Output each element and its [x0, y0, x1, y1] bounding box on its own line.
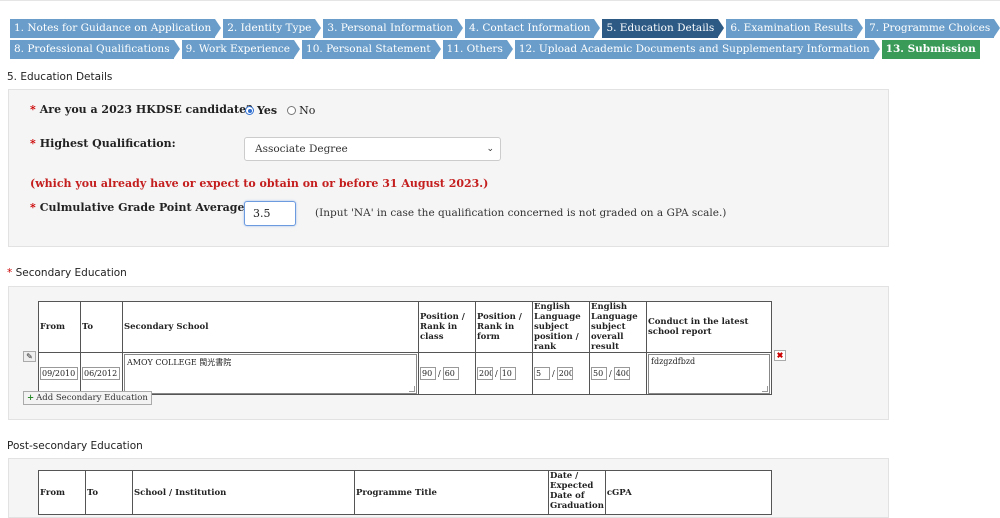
step-2-identity-type[interactable]: 2. Identity Type: [223, 19, 322, 38]
rank-class-cell: 90/60: [418, 352, 476, 395]
step-nav-row-2: 8. Professional Qualifications 9. Work E…: [10, 40, 980, 59]
required-mark: *: [30, 201, 36, 214]
conduct-cell: fdzgzdfbzd: [646, 352, 772, 395]
col-rank-class: Position / Rank in class: [418, 301, 476, 353]
radio-no-label[interactable]: No: [299, 104, 315, 117]
post-secondary-education-table: From To School / Institution Programme T…: [38, 470, 773, 515]
english-result-a-input[interactable]: 50: [591, 367, 607, 380]
col-graduation-date: Date / Expected Date of Graduation: [548, 470, 606, 515]
hkdse-question-label: * Are you a 2023 HKDSE candidate?: [30, 103, 253, 116]
close-icon[interactable]: ✖: [774, 350, 786, 361]
post-secondary-education-title: Post-secondary Education: [7, 440, 143, 452]
col-programme-title: Programme Title: [354, 470, 549, 515]
step-11-others[interactable]: 11. Others: [442, 40, 514, 59]
step-3-personal-information[interactable]: 3. Personal Information: [323, 19, 463, 38]
conduct-textarea[interactable]: fdzgzdfbzd: [648, 353, 770, 394]
english-rank-a-input[interactable]: 5: [534, 367, 550, 380]
to-input[interactable]: 06/2012: [82, 367, 120, 380]
from-input[interactable]: 09/2010: [40, 367, 78, 380]
step-6-examination-results[interactable]: 6. Examination Results: [726, 19, 863, 38]
col-school: Secondary School: [122, 301, 419, 353]
table-header-row: From To Secondary School Position / Rank…: [38, 301, 772, 353]
col-cgpa: cGPA: [604, 470, 773, 515]
qualification-select-value: Associate Degree: [255, 143, 348, 155]
col-english-result: English Language subject overall result: [589, 301, 647, 353]
step-10-personal-statement[interactable]: 10. Personal Statement: [302, 40, 441, 59]
english-result-cell: 50/400: [589, 352, 647, 395]
required-mark: *: [30, 103, 36, 116]
col-conduct: Conduct in the latest school report: [646, 301, 772, 353]
step-13-submission[interactable]: 13. Submission: [881, 40, 980, 59]
col-english-rank: English Language subject position / rank: [532, 301, 590, 353]
english-rank-cell: 5/200: [532, 352, 590, 395]
gpa-note: (Input 'NA' in case the qualification co…: [315, 207, 727, 219]
english-rank-b-input[interactable]: 200: [556, 367, 573, 380]
required-mark: *: [30, 137, 36, 150]
qualification-select[interactable]: Associate Degree ⌄: [244, 137, 501, 161]
col-to: To: [85, 470, 133, 515]
plus-icon: +: [27, 393, 35, 403]
school-cell: AMOY COLLEGE 閩光書院: [122, 352, 419, 395]
table-row: 09/2010 06/2012 AMOY COLLEGE 閩光書院 90/60 …: [38, 352, 772, 395]
hkdse-radio-group: Yes No: [245, 104, 325, 117]
qualification-note: (which you already have or expect to obt…: [30, 177, 489, 190]
rank-class-a-input[interactable]: 90: [420, 367, 436, 380]
school-textarea[interactable]: AMOY COLLEGE 閩光書院: [124, 353, 417, 394]
from-cell: 09/2010: [38, 352, 81, 395]
secondary-education-table: From To Secondary School Position / Rank…: [38, 301, 772, 395]
col-to: To: [80, 301, 123, 353]
step-nav-row-1: 1. Notes for Guidance on Application 2. …: [10, 19, 1000, 38]
page-title: 5. Education Details: [7, 71, 113, 83]
to-cell: 06/2012: [80, 352, 123, 395]
radio-yes-label[interactable]: Yes: [257, 104, 277, 117]
col-from: From: [38, 301, 81, 353]
add-secondary-education-label: Add Secondary Education: [36, 393, 148, 403]
col-rank-form: Position / Rank in form: [475, 301, 533, 353]
pencil-icon[interactable]: ✎: [23, 351, 36, 362]
col-from: From: [38, 470, 86, 515]
chevron-down-icon: ⌄: [486, 144, 494, 154]
step-12-upload-documents[interactable]: 12. Upload Academic Documents and Supple…: [514, 40, 880, 59]
top-divider: [0, 0, 1000, 3]
radio-no[interactable]: [287, 106, 297, 115]
rank-form-cell: 200/10: [475, 352, 533, 395]
radio-yes[interactable]: [245, 106, 254, 115]
add-secondary-education-button[interactable]: + Add Secondary Education: [23, 391, 152, 405]
english-result-b-input[interactable]: 400: [613, 367, 630, 380]
rank-form-a-input[interactable]: 200: [477, 367, 493, 380]
step-9-work-experience[interactable]: 9. Work Experience: [181, 40, 301, 59]
gpa-input[interactable]: 3.5: [244, 201, 296, 226]
qualification-label: * Highest Qualification:: [30, 137, 176, 150]
step-1-notes[interactable]: 1. Notes for Guidance on Application: [10, 19, 222, 38]
secondary-education-title: * Secondary Education: [7, 267, 127, 279]
step-5-education-details[interactable]: 5. Education Details: [602, 19, 725, 38]
step-4-contact-information[interactable]: 4. Contact Information: [465, 19, 601, 38]
rank-class-b-input[interactable]: 60: [442, 367, 459, 380]
table-header-row: From To School / Institution Programme T…: [38, 470, 773, 515]
step-8-professional-qualifications[interactable]: 8. Professional Qualifications: [10, 40, 180, 59]
step-7-programme-choices[interactable]: 7. Programme Choices: [865, 19, 1000, 38]
required-mark: *: [7, 267, 13, 279]
rank-form-b-input[interactable]: 10: [499, 367, 516, 380]
col-school-institution: School / Institution: [132, 470, 355, 515]
gpa-label: * Culmulative Grade Point Average :: [30, 201, 253, 214]
